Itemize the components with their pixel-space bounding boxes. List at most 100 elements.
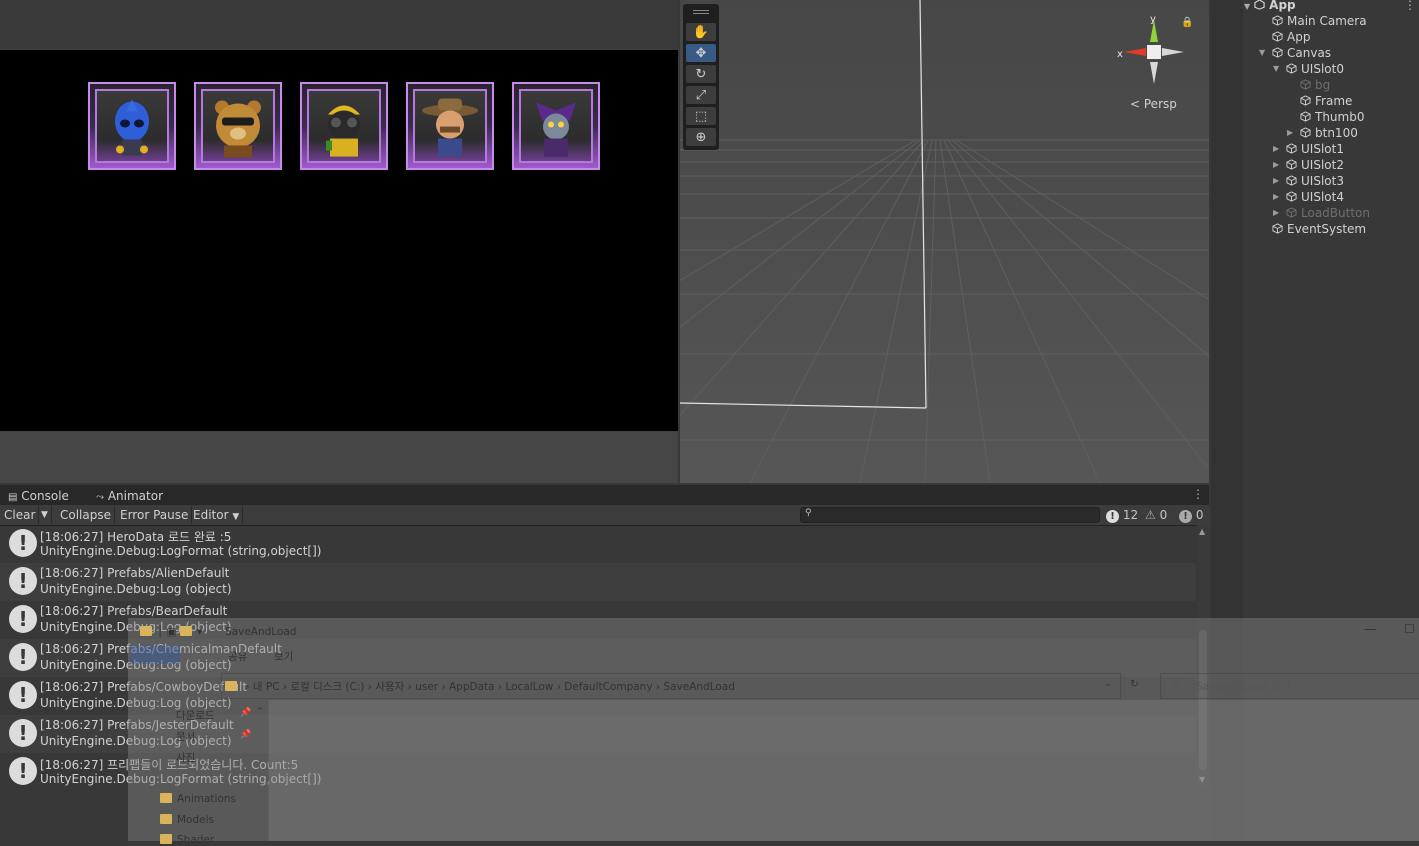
ui-slot-2[interactable] <box>300 82 388 170</box>
collapse-button[interactable]: Collapse <box>57 506 115 524</box>
collapsed-arrow-icon[interactable]: ▶ <box>1273 160 1279 169</box>
ui-slot-1[interactable] <box>194 82 282 170</box>
editor-dropdown[interactable]: Editor ▼ <box>190 506 244 524</box>
breadcrumb-segment[interactable]: DefaultCompany <box>564 681 652 693</box>
hierarchy-item-frame[interactable]: Frame <box>1300 93 1352 109</box>
hand-tool-button[interactable]: ✋ <box>686 23 716 41</box>
refresh-icon[interactable]: ↻ <box>1130 678 1139 690</box>
breadcrumb-segment[interactable]: 로컬 디스크 (C:) <box>290 681 364 693</box>
clear-label: Clear <box>4 508 36 522</box>
jester-character-thumb <box>536 102 576 157</box>
hierarchy-item-uislot2[interactable]: UISlot2 <box>1286 157 1344 173</box>
ui-slot-4[interactable] <box>512 82 600 170</box>
address-breadcrumb[interactable]: › 내 PC › 로컬 디스크 (C:) › 사용자 › user › AppD… <box>225 679 735 694</box>
collapsed-arrow-icon[interactable]: ▶ <box>1273 192 1279 201</box>
hierarchy-item-uislot3[interactable]: UISlot3 <box>1286 173 1344 189</box>
breadcrumb-separator: › <box>553 681 565 693</box>
minimize-button[interactable]: — <box>1364 622 1377 637</box>
nav-folder-models[interactable]: Models <box>160 814 214 826</box>
alien-character-thumb <box>115 99 149 156</box>
console-log-entry[interactable]: ! [18:06:27] HeroData 로드 완료 :5 UnityEngine… <box>0 525 1196 563</box>
file-ribbon-tab[interactable] <box>130 646 180 664</box>
clear-options-dropdown[interactable]: ▼ <box>38 506 52 524</box>
hierarchy-item-canvas[interactable]: Canvas <box>1272 45 1331 61</box>
info-count-toggle[interactable]: ! 12 <box>1106 507 1138 523</box>
console-log-entry[interactable]: ! [18:06:27] Prefabs/AlienDefault UnityEng… <box>0 563 1196 601</box>
gameobject-cube-icon <box>1286 175 1297 186</box>
ribbon-view-tab[interactable]: 보기 <box>274 649 293 664</box>
error-pause-label: Error Pause <box>120 508 189 522</box>
collapse-label: Collapse <box>60 508 111 522</box>
hierarchy-item-label: EventSystem <box>1287 222 1367 236</box>
orientation-gizmo[interactable]: x y <box>1112 12 1192 92</box>
explorer-quick-access-icons[interactable]: │ ▣ ▾ <box>140 626 202 638</box>
console-menu-icon[interactable]: ⋮ <box>1192 487 1204 501</box>
hierarchy-item-uislot0[interactable]: UISlot0 <box>1286 61 1344 77</box>
hierarchy-item-uislot4[interactable]: UISlot4 <box>1286 189 1344 205</box>
breadcrumb-segment[interactable]: 내 PC <box>253 681 280 693</box>
collapsed-arrow-icon[interactable]: ▶ <box>1273 144 1279 153</box>
breadcrumb-separator: › <box>279 681 291 693</box>
hierarchy-item-label: LoadButton <box>1301 206 1370 220</box>
breadcrumb-separator: › <box>438 681 449 693</box>
move-tool-button[interactable]: ✥ <box>686 44 716 62</box>
hierarchy-item-bg[interactable]: bg <box>1300 77 1330 93</box>
rotate-tool-button[interactable]: ↻ <box>686 65 716 83</box>
error-pause-button[interactable]: Error Pause <box>117 506 193 524</box>
rect-tool-button[interactable]: ⬚ <box>686 107 716 125</box>
transform-tool-button[interactable]: ⊕ <box>686 128 716 146</box>
persp-label[interactable]: < Persp <box>1130 97 1177 111</box>
hierarchy-root-row[interactable]: ▼ App <box>1244 0 1296 13</box>
hierarchy-item-thumb0[interactable]: Thumb0 <box>1300 109 1364 125</box>
expand-arrow-icon[interactable]: ▼ <box>1244 2 1250 11</box>
expand-arrow-icon[interactable]: ▼ <box>1259 48 1265 57</box>
gameobject-cube-icon <box>1300 95 1311 106</box>
hierarchy-item-loadbutton[interactable]: LoadButton <box>1286 205 1370 221</box>
scale-tool-button[interactable]: ⤢ <box>686 86 716 104</box>
hierarchy-item-eventsystem[interactable]: EventSystem <box>1272 221 1366 237</box>
ui-slot-3[interactable] <box>406 82 494 170</box>
breadcrumb-segment[interactable]: LocalLow <box>505 681 553 693</box>
hierarchy-item-uislot1[interactable]: UISlot1 <box>1286 141 1344 157</box>
address-dropdown-icon[interactable]: ⌄ <box>1104 679 1112 689</box>
collapse-chevron-icon[interactable]: ⌃ <box>256 707 264 717</box>
game-view-toolbar <box>0 0 678 50</box>
hierarchy-item-label: Main Camera <box>1287 14 1367 28</box>
breadcrumb-segment[interactable]: AppData <box>449 681 495 693</box>
more-options-icon[interactable]: ⋮ <box>1404 0 1416 12</box>
nav-downloads[interactable]: 다운로드 <box>176 708 215 723</box>
log-stacktrace: UnityEngine.Debug:Log (object) <box>40 582 232 596</box>
lock-icon[interactable]: 🔒 <box>1181 17 1193 28</box>
ribbon-share-tab[interactable]: 공유 <box>228 649 247 664</box>
hierarchy-item-main-camera[interactable]: Main Camera <box>1272 13 1367 29</box>
scroll-up-icon[interactable]: ▲ <box>1199 527 1205 536</box>
ui-slot-0[interactable] <box>88 82 176 170</box>
breadcrumb-segment[interactable]: user <box>415 681 438 693</box>
hierarchy-item-app[interactable]: App <box>1272 29 1310 45</box>
folder-label: Models <box>177 814 214 826</box>
error-count-toggle[interactable]: ! 0 <box>1179 507 1203 523</box>
nav-folder-shader[interactable]: Shader <box>160 834 214 846</box>
editor-label: Editor <box>193 508 229 522</box>
expand-arrow-icon[interactable]: ▼ <box>1273 64 1279 73</box>
hierarchy-item-btn100[interactable]: btn100 <box>1300 125 1358 141</box>
info-log-icon: ! <box>9 681 37 709</box>
console-search-input[interactable]: ⚲ <box>800 507 1100 523</box>
explorer-search-placeholder: SaveAndLoad 검색 <box>1196 681 1291 693</box>
maximize-button[interactable]: ☐ <box>1404 622 1415 636</box>
nav-pictures[interactable]: 사진 <box>176 750 195 765</box>
nav-documents[interactable]: 문서 <box>176 729 195 744</box>
collapsed-arrow-icon[interactable]: ▶ <box>1287 128 1293 137</box>
collapsed-arrow-icon[interactable]: ▶ <box>1273 208 1279 217</box>
nav-folder-animations[interactable]: Animations <box>160 793 236 805</box>
explorer-content-area[interactable] <box>268 700 1419 841</box>
tab-console[interactable]: ▤ Console <box>8 487 69 505</box>
warning-count-toggle[interactable]: ⚠ 0 <box>1145 507 1167 523</box>
breadcrumb-segment[interactable]: SaveAndLoad <box>663 681 734 693</box>
breadcrumb-segment[interactable]: 사용자 <box>375 681 404 693</box>
clear-button[interactable]: Clear <box>1 506 40 524</box>
folder-icon <box>225 681 237 691</box>
gameobject-cube-icon <box>1286 159 1297 170</box>
collapsed-arrow-icon[interactable]: ▶ <box>1273 176 1279 185</box>
tab-animator[interactable]: ⤳ Animator <box>96 487 163 505</box>
